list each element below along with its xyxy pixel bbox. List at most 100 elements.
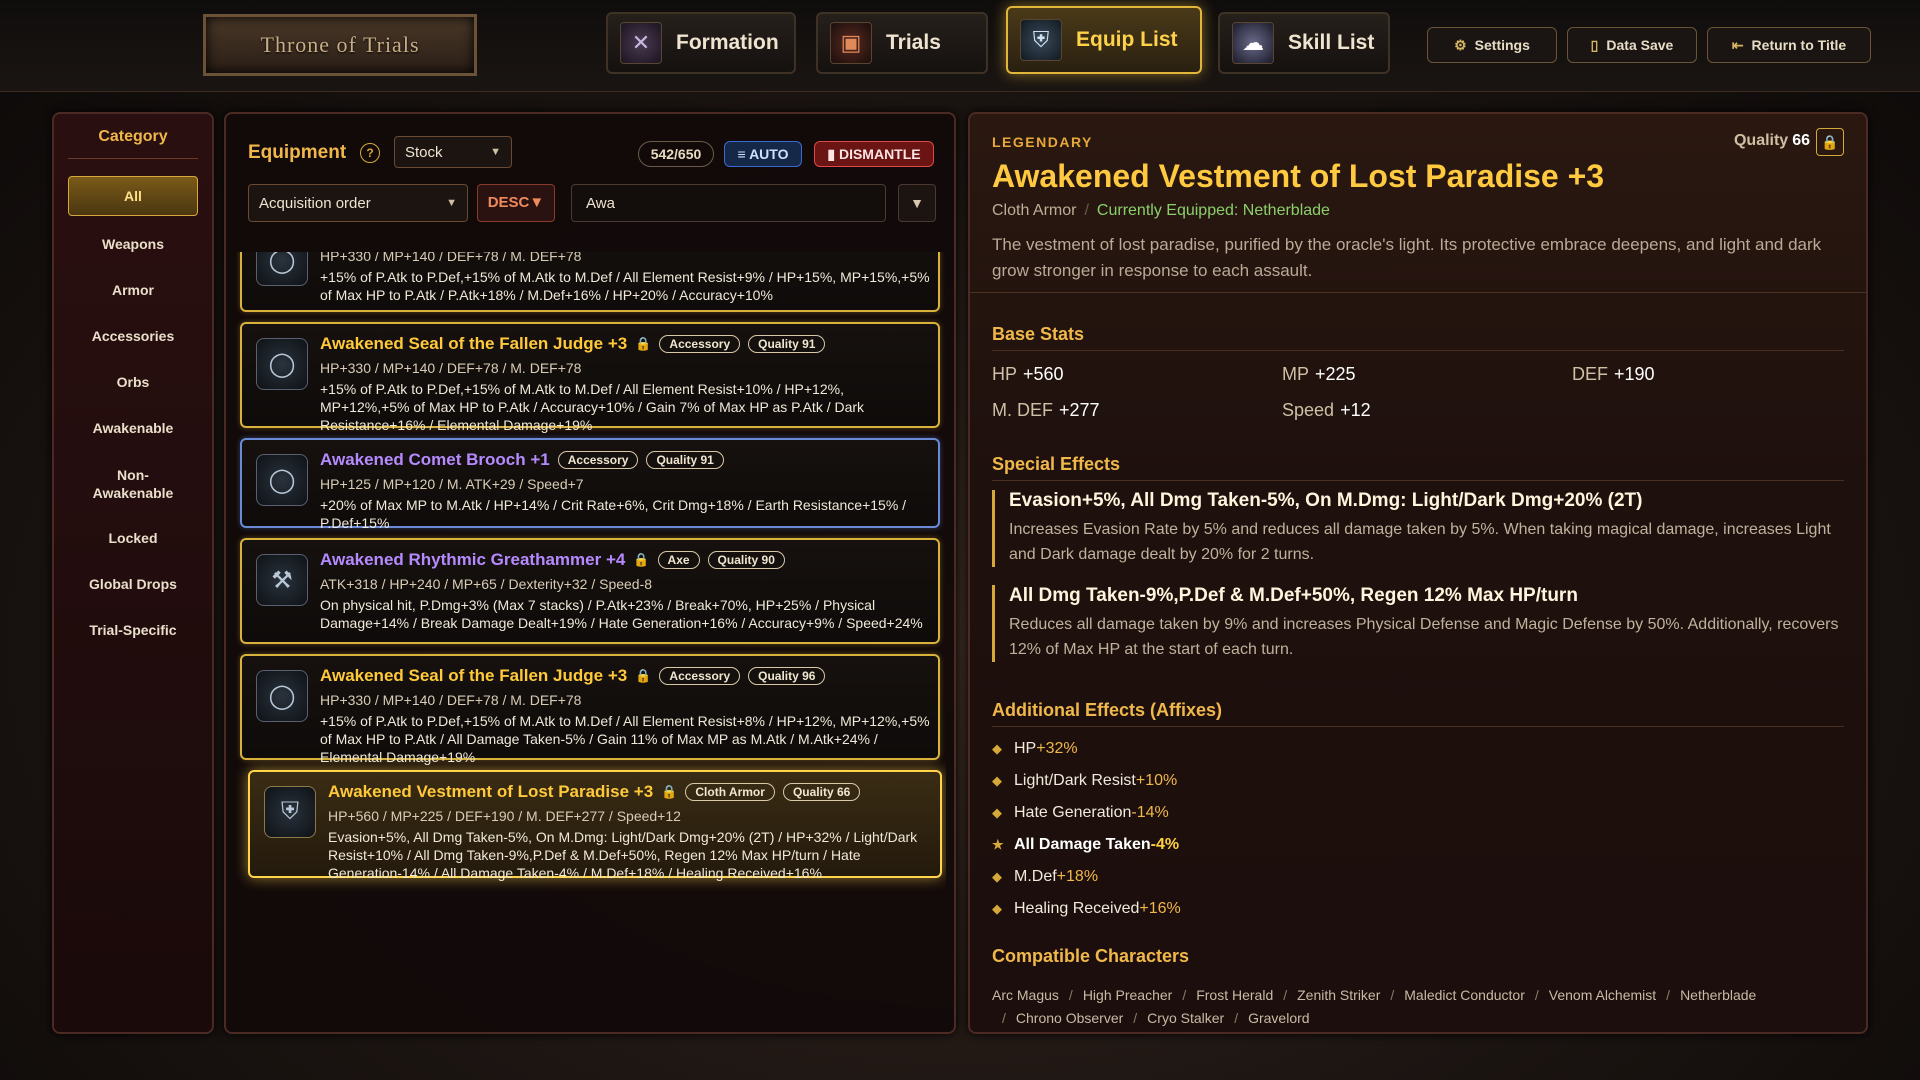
stat-value: +560 — [1023, 364, 1064, 384]
category-weapons[interactable]: Weapons — [68, 224, 198, 264]
stat-value: +277 — [1059, 400, 1100, 420]
sort-direction-button[interactable]: DESC▼ — [477, 184, 555, 222]
equipment-card[interactable]: ◯ Awakened Seal of the Fallen Judge +3 🔒… — [240, 654, 940, 765]
settings-label: Settings — [1474, 37, 1530, 53]
special-effect: Evasion+5%, All Dmg Taken-5%, On M.Dmg: … — [992, 490, 1844, 567]
card-effects: +15% of P.Atk to P.Def,+15% of M.Atk to … — [320, 381, 865, 433]
category-non-awakenable[interactable]: Non-Awakenable — [83, 460, 183, 508]
divider — [970, 292, 1866, 293]
special-effect-title: All Dmg Taken-9%,P.Def & M.Def+50%, Rege… — [1009, 585, 1578, 606]
affix-item: ◆ HP+32% — [992, 740, 1078, 758]
stat-value: +190 — [1614, 364, 1655, 384]
nav-trials[interactable]: ▣ Trials — [816, 12, 988, 74]
character-name: Chrono Observer — [1015, 1010, 1124, 1026]
star-icon: ★ — [992, 837, 1004, 852]
category-awakenable[interactable]: Awakenable — [68, 408, 198, 448]
lock-icon[interactable]: 🔒 — [661, 784, 677, 800]
exit-icon: ⇤ — [1731, 36, 1744, 53]
equip-icon: ⛨ — [1020, 19, 1062, 61]
stock-select[interactable]: Stock ▼ — [394, 136, 512, 168]
card-stats: HP+560 / MP+225 / DEF+190 / M. DEF+277 /… — [328, 808, 681, 824]
affix-item: ◆ Light/Dark Resist+10% — [992, 772, 1177, 790]
ring-icon: ◯ — [256, 670, 308, 722]
card-type-tag: Accessory — [659, 667, 741, 685]
equipment-card[interactable]: ⚒ Awakened Rhythmic Greathammer +4 🔒 Axe… — [240, 538, 940, 644]
category-trial-specific[interactable]: Trial-Specific — [68, 610, 198, 650]
equipment-list[interactable]: ◯ HP+330 / MP+140 / DEF+78 / M. DEF+78 +… — [236, 252, 946, 1028]
item-type: Cloth Armor — [992, 202, 1077, 219]
separator: / — [1084, 202, 1089, 219]
trash-icon: ▮ — [827, 146, 839, 162]
special-effect: All Dmg Taken-9%,P.Def & M.Def+50%, Rege… — [992, 585, 1844, 662]
equipment-card[interactable]: ◯ Awakened Seal of the Fallen Judge +3 🔒… — [240, 322, 940, 433]
equipment-title: Equipment — [248, 142, 347, 163]
affix-value: +10% — [1135, 772, 1178, 789]
quality-value: 66 — [1792, 132, 1810, 149]
affix-item: ◆ Healing Received+16% — [992, 900, 1181, 918]
nav-skill-list[interactable]: ☁ Skill List — [1218, 12, 1390, 74]
character-name: Maledict Conductor — [1404, 987, 1525, 1003]
nav-skill-list-label: Skill List — [1288, 31, 1375, 54]
chevron-down-icon: ▼ — [446, 197, 457, 209]
inventory-count: 542/650 — [638, 141, 714, 167]
auto-button[interactable]: ≡ AUTO — [724, 141, 802, 167]
category-accessories[interactable]: Accessories — [68, 316, 198, 356]
affix-value: +18% — [1056, 868, 1099, 885]
lock-icon[interactable]: 🔒 — [635, 668, 651, 684]
card-effects: +15% of P.Atk to P.Def,+15% of M.Atk to … — [320, 269, 930, 303]
category-orbs[interactable]: Orbs — [68, 362, 198, 402]
nav-trials-label: Trials — [886, 31, 941, 54]
equipment-card[interactable]: ◯ Awakened Comet Brooch +1 Accessory Qua… — [240, 438, 940, 531]
card-header: Awakened Rhythmic Greathammer +4 🔒 Axe Q… — [320, 550, 785, 570]
card-effects: Evasion+5%, All Dmg Taken-5%, On M.Dmg: … — [328, 829, 918, 881]
chevron-down-icon: ▼ — [490, 146, 501, 158]
card-header: Awakened Seal of the Fallen Judge +3 🔒 A… — [320, 334, 826, 354]
compatible-characters-list: Arc Magus / High Preacher / Frost Herald / Zen… — [992, 987, 1757, 1026]
category-panel: Category All Weapons Armor Accessories O… — [52, 112, 214, 1034]
equipped-status: Currently Equipped: Netherblade — [1096, 202, 1330, 219]
quality-label: Quality — [1733, 132, 1789, 149]
category-locked[interactable]: Locked — [68, 518, 198, 558]
save-icon: ▯ — [1590, 36, 1599, 53]
filter-icon[interactable]: ▼ — [898, 184, 936, 222]
top-bar: Throne of Trials ✕ Formation ▣ Trials ⛨ … — [0, 0, 1920, 92]
special-effect-desc: Increases Evasion Rate by 5% and reduces… — [1009, 521, 1831, 563]
help-icon[interactable]: ? — [360, 143, 380, 163]
equipment-card[interactable]: ◯ HP+330 / MP+140 / DEF+78 / M. DEF+78 +… — [240, 252, 940, 312]
card-name: Awakened Seal of the Fallen Judge +3 — [320, 334, 628, 353]
stock-select-value: Stock — [405, 143, 443, 161]
card-type-tag: Accessory — [557, 451, 639, 469]
search-input[interactable] — [571, 184, 886, 222]
character-name: Cryo Stalker — [1147, 1010, 1225, 1026]
affix-label: All Damage Taken — [1014, 836, 1151, 853]
diamond-icon: ◆ — [992, 741, 1002, 756]
lock-icon[interactable]: 🔒 — [633, 552, 649, 568]
lock-icon[interactable]: 🔒 — [635, 336, 651, 352]
lock-icon[interactable]: 🔒 — [1816, 128, 1844, 156]
rarity-label: LEGENDARY — [992, 134, 1093, 150]
return-to-title-button[interactable]: ⇤ Return to Title — [1707, 27, 1871, 63]
category-all[interactable]: All — [68, 176, 198, 216]
affix-item: ◆ M.Def+18% — [992, 868, 1098, 886]
compatible-characters-title: Compatible Characters — [992, 946, 1190, 966]
equipment-card-selected[interactable]: ⛨ Awakened Vestment of Lost Paradise +3 … — [248, 770, 942, 881]
category-armor[interactable]: Armor — [68, 270, 198, 310]
card-type-tag: Accessory — [659, 335, 741, 353]
nav-equip-list[interactable]: ⛨ Equip List — [1006, 6, 1202, 74]
card-quality-tag: Quality 91 — [748, 335, 826, 353]
auto-label: AUTO — [749, 146, 789, 162]
nav-formation[interactable]: ✕ Formation — [606, 12, 796, 74]
dismantle-button[interactable]: ▮ DISMANTLE — [814, 141, 934, 167]
card-effects: On physical hit, P.Dmg+3% (Max 7 stacks)… — [320, 597, 923, 631]
ring-icon: ◯ — [256, 252, 308, 286]
settings-button[interactable]: ⚙ Settings — [1427, 27, 1557, 63]
data-save-button[interactable]: ▯ Data Save — [1567, 27, 1697, 63]
character-name: Frost Herald — [1196, 987, 1274, 1003]
card-stats: HP+330 / MP+140 / DEF+78 / M. DEF+78 — [320, 252, 582, 264]
diamond-icon: ◆ — [992, 869, 1002, 884]
card-name: Awakened Seal of the Fallen Judge +3 — [320, 666, 628, 685]
category-global-drops[interactable]: Global Drops — [68, 564, 198, 604]
character-name: Venom Alchemist — [1548, 987, 1657, 1003]
sort-select[interactable]: Acquisition order ▼ — [248, 184, 468, 222]
card-quality-tag: Quality 90 — [707, 551, 785, 569]
